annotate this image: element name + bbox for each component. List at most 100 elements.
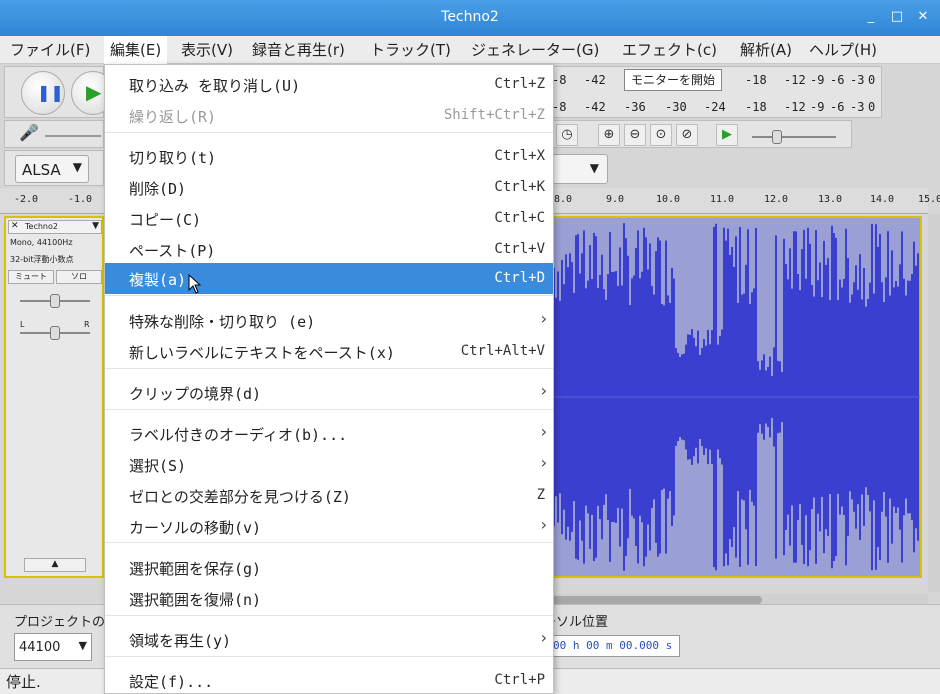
transport-toolbar: ❚❚ ▶ xyxy=(4,66,115,118)
menu-item-label: ゼロとの交差部分を見つける(Z) xyxy=(129,488,351,506)
chevron-right-icon: › xyxy=(540,422,547,441)
project-rate-select[interactable]: 44100 ▼ xyxy=(14,633,92,661)
menu-item-label: 繰り返し(R) xyxy=(129,108,217,126)
menu-item-clip-boundaries[interactable]: クリップの境界(d) › xyxy=(105,377,553,408)
menu-tracks[interactable]: トラック(T) xyxy=(364,36,457,64)
timer-icon[interactable]: ◷ xyxy=(556,124,578,146)
menu-effect[interactable]: エフェクト(c) xyxy=(616,36,723,64)
minimize-icon[interactable]: _ xyxy=(862,8,880,26)
vertical-scrollbar[interactable] xyxy=(928,214,940,592)
mouse-cursor-icon xyxy=(188,274,202,294)
menu-item-select[interactable]: 選択(S) › xyxy=(105,449,553,480)
play-at-speed-icon[interactable]: ▶ xyxy=(716,124,738,146)
menu-item-label: クリップの境界(d) xyxy=(129,385,262,403)
menu-view[interactable]: 表示(V) xyxy=(175,36,239,64)
pan-thumb[interactable] xyxy=(50,326,60,340)
chevron-right-icon: › xyxy=(540,515,547,534)
menu-item-label: 選択範囲を保存(g) xyxy=(129,560,262,578)
close-icon[interactable]: ✕ xyxy=(914,8,932,26)
menu-item-shortcut: Ctrl+V xyxy=(494,241,545,257)
horizontal-scroll-thumb[interactable] xyxy=(552,596,762,604)
menu-item-store-selection[interactable]: 選択範囲を保存(g) xyxy=(105,552,553,583)
menu-item-find-zero-crossings[interactable]: ゼロとの交差部分を見つける(Z) Z xyxy=(105,480,553,511)
menu-item-shortcut: Ctrl+C xyxy=(494,210,545,226)
menu-item-label: ペースト(P) xyxy=(129,242,216,260)
zoom-out-icon[interactable]: ⊖ xyxy=(624,124,646,146)
record-volume-slider[interactable] xyxy=(45,135,101,137)
audio-host-select[interactable]: ALSA ▼ xyxy=(15,155,89,183)
mute-button[interactable]: ミュート xyxy=(8,270,54,284)
menu-transport[interactable]: 録音と再生(r) xyxy=(246,36,351,64)
menu-generate[interactable]: ジェネレーター(G) xyxy=(465,36,605,64)
pause-icon: ❚❚ xyxy=(37,83,64,102)
menu-item-paste[interactable]: ペースト(P) Ctrl+V xyxy=(105,234,553,265)
play-speed-slider[interactable] xyxy=(752,136,836,138)
chevron-down-icon: ▼ xyxy=(78,639,87,652)
waveform-area[interactable] xyxy=(552,216,922,578)
window-title: Techno2 xyxy=(441,9,499,25)
fit-selection-icon[interactable]: ⊙ xyxy=(650,124,672,146)
maximize-icon[interactable]: □ xyxy=(888,8,906,26)
device-toolbar: ALSA ▼ xyxy=(4,150,104,186)
menu-separator xyxy=(105,409,553,410)
microphone-icon: 🎤 xyxy=(19,123,39,142)
menu-item-duplicate[interactable]: 複製(a) Ctrl+D xyxy=(105,263,553,294)
menu-item-copy[interactable]: コピー(C) Ctrl+C xyxy=(105,203,553,234)
menu-item-label: カーソルの移動(v) xyxy=(129,519,262,537)
menu-item-special-remove[interactable]: 特殊な削除・切り取り (e) › xyxy=(105,305,553,336)
menu-item-paste-new-label[interactable]: 新しいラベルにテキストをペースト(x) Ctrl+Alt+V xyxy=(105,336,553,367)
menu-item-preferences[interactable]: 設定(f)... Ctrl+P xyxy=(105,665,553,694)
menu-item-label: 選択範囲を復帰(n) xyxy=(129,591,262,609)
menu-item-shortcut: Z xyxy=(536,487,545,503)
menu-item-shortcut: Shift+Ctrl+Z xyxy=(443,107,545,123)
menu-separator xyxy=(105,132,553,133)
menu-item-label: 領域を再生(y) xyxy=(129,632,232,650)
menu-item-play-region[interactable]: 領域を再生(y) › xyxy=(105,624,553,655)
menu-edit[interactable]: 編集(E) xyxy=(104,36,168,64)
track-name-bar[interactable]: ✕ Techno2 ▼ xyxy=(8,220,102,234)
status-text: 停止. xyxy=(6,673,41,691)
gain-thumb[interactable] xyxy=(50,294,60,308)
menu-item-cut[interactable]: 切り取り(t) Ctrl+X xyxy=(105,141,553,172)
menu-item-label: 設定(f)... xyxy=(129,673,214,691)
zoom-in-icon[interactable]: ⊕ xyxy=(598,124,620,146)
menu-item-redo[interactable]: 繰り返し(R) Shift+Ctrl+Z xyxy=(105,100,553,131)
menu-help[interactable]: ヘルプ(H) xyxy=(803,36,883,64)
output-device-select[interactable]: ▼ xyxy=(552,154,608,184)
waveform-graphic xyxy=(554,218,920,576)
menu-item-undo-import[interactable]: 取り込み を取り消し(U) Ctrl+Z xyxy=(105,69,553,100)
menu-item-shortcut: Ctrl+Z xyxy=(494,76,545,92)
collapse-track-button[interactable]: ▲ xyxy=(24,558,86,572)
menu-separator xyxy=(105,615,553,616)
menu-item-label: 新しいラベルにテキストをペースト(x) xyxy=(129,344,395,362)
menu-item-shortcut: Ctrl+Alt+V xyxy=(460,343,545,359)
menu-item-delete[interactable]: 削除(D) Ctrl+K xyxy=(105,172,553,203)
menu-item-label: 取り込み を取り消し(U) xyxy=(129,77,301,95)
menu-separator xyxy=(105,656,553,657)
chevron-down-icon: ▼ xyxy=(72,160,82,174)
play-icon: ▶ xyxy=(86,80,102,104)
menu-item-label: ラベル付きのオーディオ(b)... xyxy=(129,426,348,444)
menu-analyze[interactable]: 解析(A) xyxy=(734,36,798,64)
play-speed-thumb[interactable] xyxy=(772,130,782,144)
menu-item-retrieve-selection[interactable]: 選択範囲を復帰(n) xyxy=(105,583,553,614)
solo-button[interactable]: ソロ xyxy=(56,270,102,284)
menu-file[interactable]: ファイル(F) xyxy=(4,36,96,64)
mixer-toolbar: 🎤 xyxy=(4,120,104,148)
chevron-right-icon: › xyxy=(540,381,547,400)
chevron-down-icon[interactable]: ▼ xyxy=(92,221,99,231)
pause-button[interactable]: ❚❚ xyxy=(21,71,65,115)
menu-item-labeled-audio[interactable]: ラベル付きのオーディオ(b)... › xyxy=(105,418,553,449)
menu-item-label: コピー(C) xyxy=(129,211,202,229)
menu-item-move-cursor[interactable]: カーソルの移動(v) › xyxy=(105,511,553,542)
audio-position-field[interactable]: 00 h 00 m 00.000 s xyxy=(548,635,680,657)
chevron-right-icon: › xyxy=(540,628,547,647)
track-control-panel[interactable]: ✕ Techno2 ▼ Mono, 44100Hz 32-bit浮動小数点 ミュ… xyxy=(4,216,104,578)
menu-item-label: 選択(S) xyxy=(129,457,187,475)
menu-item-shortcut: Ctrl+D xyxy=(494,270,545,286)
menu-separator xyxy=(105,295,553,296)
edit-toolbar xyxy=(552,120,852,148)
fit-project-icon[interactable]: ⊘ xyxy=(676,124,698,146)
track-close-icon[interactable]: ✕ xyxy=(11,221,19,231)
start-monitoring-button[interactable]: モニターを開始 xyxy=(624,69,722,91)
